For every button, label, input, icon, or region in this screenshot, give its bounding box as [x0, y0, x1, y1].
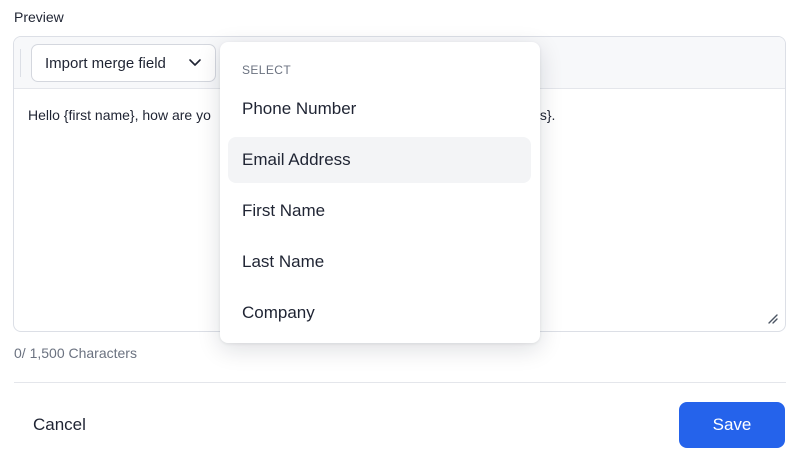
dropdown-item-email-address[interactable]: Email Address — [228, 137, 531, 183]
character-count: 0/ 1,500 Characters — [14, 345, 137, 361]
dropdown-header: SELECT — [242, 63, 292, 77]
dropdown-item-company[interactable]: Company — [228, 290, 531, 336]
dropdown-item-first-name[interactable]: First Name — [228, 188, 531, 234]
merge-field-dropdown: SELECT Phone Number Email Address First … — [220, 42, 540, 343]
import-merge-field-label: Import merge field — [45, 54, 166, 72]
message-text-end: s}. — [539, 107, 556, 123]
dropdown-item-last-name[interactable]: Last Name — [228, 239, 531, 285]
preview-label: Preview — [14, 9, 64, 25]
toolbar-divider — [20, 49, 21, 77]
dropdown-item-phone-number[interactable]: Phone Number — [228, 86, 531, 132]
message-text-start: Hello {first name}, how are yo — [28, 107, 211, 123]
import-merge-field-button[interactable]: Import merge field — [31, 44, 216, 82]
cancel-button[interactable]: Cancel — [20, 405, 99, 445]
resize-handle-icon[interactable] — [766, 312, 778, 324]
footer-divider — [14, 382, 786, 383]
save-button[interactable]: Save — [679, 402, 785, 448]
merge-field-editor-page: Preview Import merge field Hello {first … — [0, 0, 798, 461]
chevron-down-icon — [189, 59, 201, 66]
